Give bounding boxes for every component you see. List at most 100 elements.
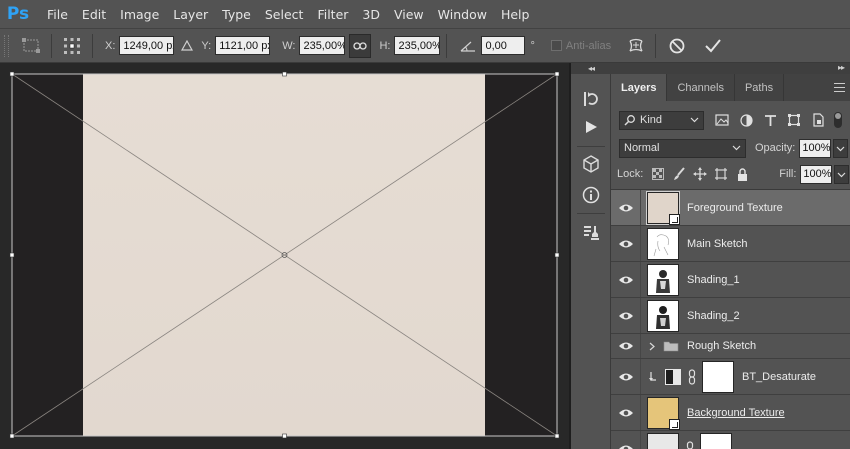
link-chain-icon[interactable]	[686, 440, 696, 449]
clipping-mask-arrow-icon	[649, 371, 659, 382]
tab-layers[interactable]: Layers	[611, 74, 668, 101]
adjustment-filter-icon[interactable]	[736, 110, 756, 130]
menu-select[interactable]: Select	[258, 7, 311, 22]
opacity-dropdown[interactable]	[833, 138, 849, 158]
cancel-transform-icon[interactable]	[666, 35, 688, 57]
history-icon[interactable]	[579, 88, 603, 110]
layer-group-row[interactable]: Rough Sketch	[611, 334, 850, 359]
visibility-eye-icon[interactable]	[611, 262, 641, 297]
relative-position-icon[interactable]	[179, 38, 195, 54]
free-transform-box[interactable]	[0, 63, 569, 449]
layer-mask-thumbnail[interactable]	[702, 360, 734, 393]
separator	[577, 146, 605, 147]
visibility-eye-icon[interactable]	[611, 226, 641, 261]
blend-row: Normal Opacity: 100%	[611, 137, 850, 159]
3d-cube-icon[interactable]	[579, 153, 603, 175]
layer-row[interactable]: Shading_2	[611, 298, 850, 334]
smart-object-badge-icon	[669, 418, 680, 430]
layer-name[interactable]: Shading_1	[687, 274, 740, 286]
warp-mode-icon[interactable]	[625, 35, 647, 57]
layer-row[interactable]: BT_Desaturate	[611, 359, 850, 395]
document-canvas[interactable]	[0, 63, 569, 449]
pixel-layer-filter-icon[interactable]	[712, 110, 732, 130]
link-chain-icon[interactable]	[688, 368, 698, 385]
reference-point-icon[interactable]	[58, 34, 86, 58]
menu-filter[interactable]: Filter	[310, 7, 355, 22]
filter-toggle-switch[interactable]	[834, 112, 842, 128]
layer-thumbnail	[647, 432, 679, 449]
collapsed-panel-column: ◂◂	[571, 63, 611, 449]
separator	[577, 213, 605, 214]
anti-alias-label: Anti-alias	[565, 39, 612, 52]
shape-filter-icon[interactable]	[784, 110, 804, 130]
menu-image[interactable]: Image	[113, 7, 166, 22]
type-filter-icon[interactable]	[760, 110, 780, 130]
layer-name[interactable]: Main Sketch	[687, 238, 748, 250]
layer-name[interactable]: Shading_2	[687, 310, 740, 322]
layer-row-partial[interactable]	[611, 431, 850, 449]
lock-transparency-icon[interactable]	[649, 165, 667, 183]
options-bar-grip[interactable]	[4, 34, 9, 57]
filter-kind-select[interactable]: Kind	[619, 110, 704, 130]
lock-pixels-brush-icon[interactable]	[670, 165, 688, 183]
menu-help[interactable]: Help	[494, 7, 537, 22]
layer-row[interactable]: Shading_1	[611, 262, 850, 298]
x-field[interactable]: 1249,00 px	[119, 36, 175, 55]
height-field[interactable]: 235,00%	[394, 36, 441, 55]
chevron-down-icon	[836, 146, 845, 151]
menu-layer[interactable]: Layer	[166, 7, 215, 22]
angle-field[interactable]: 0,00	[481, 36, 526, 55]
visibility-eye-icon[interactable]	[611, 359, 641, 394]
fill-field[interactable]: 100%	[800, 164, 833, 184]
visibility-eye-icon[interactable]	[611, 395, 641, 430]
lock-row: Lock: Fill: 100%	[611, 163, 850, 185]
layer-name[interactable]: Foreground Texture	[687, 202, 783, 214]
visibility-eye-icon[interactable]	[611, 190, 641, 225]
panel-menu-icon[interactable]	[834, 83, 845, 92]
info-icon[interactable]	[579, 184, 603, 206]
separator	[655, 33, 657, 58]
width-field[interactable]: 235,00%	[299, 36, 346, 55]
y-label: Y:	[201, 39, 212, 52]
visibility-eye-icon[interactable]	[611, 431, 641, 449]
group-expand-chevron-icon[interactable]	[647, 342, 657, 351]
y-field[interactable]: 1121,00 px	[215, 36, 271, 55]
tab-paths[interactable]: Paths	[735, 74, 785, 101]
opacity-field[interactable]: 100%	[799, 138, 832, 158]
anti-alias-checkbox[interactable]	[550, 40, 562, 51]
collapse-panel-chevron-icon[interactable]: ▸▸	[838, 63, 845, 72]
layer-row[interactable]: Main Sketch	[611, 226, 850, 262]
visibility-eye-icon[interactable]	[611, 298, 641, 333]
menu-3d[interactable]: 3D	[355, 7, 387, 22]
lock-artboard-icon[interactable]	[712, 165, 730, 183]
layer-thumbnail	[647, 263, 679, 296]
panel-collapse-bar[interactable]: ▸▸	[611, 63, 850, 74]
layer-mask-thumbnail[interactable]	[700, 432, 732, 449]
blend-mode-select[interactable]: Normal	[619, 138, 746, 158]
layer-name[interactable]: BT_Desaturate	[742, 371, 816, 383]
clone-source-icon[interactable]	[579, 221, 603, 243]
layer-name[interactable]: Rough Sketch	[687, 340, 756, 352]
lock-all-icon[interactable]	[733, 165, 751, 183]
collapse-column-chevron-icon[interactable]: ◂◂	[571, 63, 611, 74]
tab-channels[interactable]: Channels	[667, 74, 735, 101]
menu-file[interactable]: File	[40, 7, 75, 22]
layer-name[interactable]: Background Texture	[687, 407, 785, 419]
layer-row[interactable]: Background Texture	[611, 395, 850, 431]
menu-window[interactable]: Window	[431, 7, 494, 22]
folder-icon	[663, 340, 679, 352]
menu-edit[interactable]: Edit	[75, 7, 113, 22]
chevron-down-icon	[690, 117, 699, 122]
maintain-aspect-link-button[interactable]	[349, 33, 372, 58]
visibility-eye-icon[interactable]	[611, 334, 641, 358]
layer-row[interactable]: Foreground Texture	[611, 190, 850, 226]
fill-dropdown[interactable]	[834, 164, 850, 184]
lock-position-move-icon[interactable]	[691, 165, 709, 183]
menu-view[interactable]: View	[387, 7, 431, 22]
commit-transform-icon[interactable]	[702, 35, 724, 57]
menu-type[interactable]: Type	[215, 7, 258, 22]
blend-mode-label: Normal	[624, 142, 660, 154]
smart-object-filter-icon[interactable]	[808, 110, 828, 130]
rotation-angle-icon	[459, 38, 477, 54]
actions-play-icon[interactable]	[579, 116, 603, 138]
